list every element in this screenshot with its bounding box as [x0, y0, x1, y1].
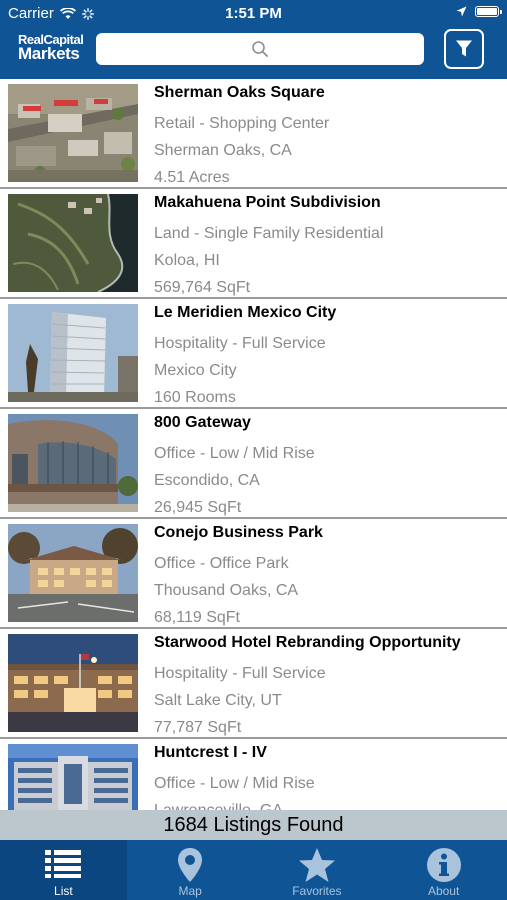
listing-row[interactable]: Makahuena Point Subdivision Land - Singl…: [0, 189, 507, 299]
listing-thumbnail: [8, 414, 138, 512]
listing-title: Sherman Oaks Square: [154, 84, 325, 101]
listing-size: 4.51 Acres: [154, 169, 230, 186]
listing-type: Hospitality - Full Service: [154, 665, 326, 682]
listing-info: Conejo Business Park Office - Office Par…: [154, 524, 499, 632]
list-icon: [45, 850, 82, 878]
app-logo: RealCapital Markets: [18, 33, 92, 63]
listing-title: Makahuena Point Subdivision: [154, 194, 381, 211]
listing-thumbnail: [8, 304, 138, 402]
filter-icon: [456, 40, 472, 57]
status-indicators: [456, 6, 502, 17]
status-time: 1:51 PM: [225, 5, 282, 22]
listing-row[interactable]: Starwood Hotel Rebranding Opportunity Ho…: [0, 629, 507, 739]
listing-type: Hospitality - Full Service: [154, 335, 326, 352]
app-header: Carrier 1:51 PM RealCapital Markets: [0, 0, 507, 79]
listing-type: Office - Low / Mid Rise: [154, 445, 315, 462]
listing-size: 68,119 SqFt: [154, 609, 240, 626]
tab-favorites[interactable]: Favorites: [254, 840, 381, 900]
listing-location: Salt Lake City, UT: [154, 692, 282, 709]
listing-thumbnail: [8, 84, 138, 182]
tab-list[interactable]: List: [0, 840, 127, 900]
location-arrow-icon: [456, 6, 467, 17]
listing-info: Starwood Hotel Rebranding Opportunity Ho…: [154, 634, 499, 742]
search-icon: [252, 41, 268, 57]
tab-label: Map: [178, 884, 202, 898]
logo-line-2: Markets: [18, 44, 80, 63]
listing-thumbnail: [8, 634, 138, 732]
listing-info: Sherman Oaks Square Retail - Shopping Ce…: [154, 84, 499, 192]
tab-label: List: [54, 884, 73, 898]
listing-list[interactable]: Sherman Oaks Square Retail - Shopping Ce…: [0, 79, 507, 840]
listing-info: 800 Gateway Office - Low / Mid Rise Esco…: [154, 414, 499, 522]
tab-about[interactable]: About: [380, 840, 507, 900]
listing-type: Retail - Shopping Center: [154, 115, 330, 132]
listing-location: Mexico City: [154, 362, 237, 379]
star-icon: [298, 848, 335, 882]
listings-count-bar: 1684 Listings Found: [0, 810, 507, 840]
search-input[interactable]: [96, 33, 424, 65]
listing-type: Office - Office Park: [154, 555, 289, 572]
listing-title: Le Meridien Mexico City: [154, 304, 337, 321]
listing-size: 26,945 SqFt: [154, 499, 242, 516]
listing-location: Escondido, CA: [154, 472, 260, 489]
listing-type: Office - Low / Mid Rise: [154, 775, 315, 792]
status-bar: Carrier 1:51 PM: [0, 0, 507, 28]
listing-info: Le Meridien Mexico City Hospitality - Fu…: [154, 304, 499, 412]
listing-size: 77,787 SqFt: [154, 719, 242, 736]
listing-type: Land - Single Family Residential: [154, 225, 384, 242]
listing-info: Makahuena Point Subdivision Land - Singl…: [154, 194, 499, 302]
listing-title: Starwood Hotel Rebranding Opportunity: [154, 634, 461, 651]
battery-icon: [475, 6, 502, 17]
filter-button[interactable]: [444, 29, 484, 69]
map-pin-icon: [178, 848, 203, 882]
listing-thumbnail: [8, 194, 138, 292]
tab-label: About: [427, 884, 460, 898]
listing-size: 569,764 SqFt: [154, 279, 251, 296]
info-icon: [426, 848, 461, 882]
listing-row[interactable]: Sherman Oaks Square Retail - Shopping Ce…: [0, 79, 507, 189]
tab-map[interactable]: Map: [127, 840, 254, 900]
tab-bar: List Map Favorites About: [0, 840, 507, 900]
listing-location: Koloa, HI: [154, 252, 220, 269]
listing-title: 800 Gateway: [154, 414, 251, 431]
listing-location: Sherman Oaks, CA: [154, 142, 292, 159]
listing-title: Conejo Business Park: [154, 524, 323, 541]
listing-location: Thousand Oaks, CA: [154, 582, 299, 599]
listing-row[interactable]: Le Meridien Mexico City Hospitality - Fu…: [0, 299, 507, 409]
listing-row[interactable]: 800 Gateway Office - Low / Mid Rise Esco…: [0, 409, 507, 519]
listing-row[interactable]: Conejo Business Park Office - Office Par…: [0, 519, 507, 629]
listing-thumbnail: [8, 524, 138, 622]
listing-title: Huntcrest I - IV: [154, 744, 267, 761]
tab-label: Favorites: [292, 884, 342, 898]
listing-size: 160 Rooms: [154, 389, 236, 406]
